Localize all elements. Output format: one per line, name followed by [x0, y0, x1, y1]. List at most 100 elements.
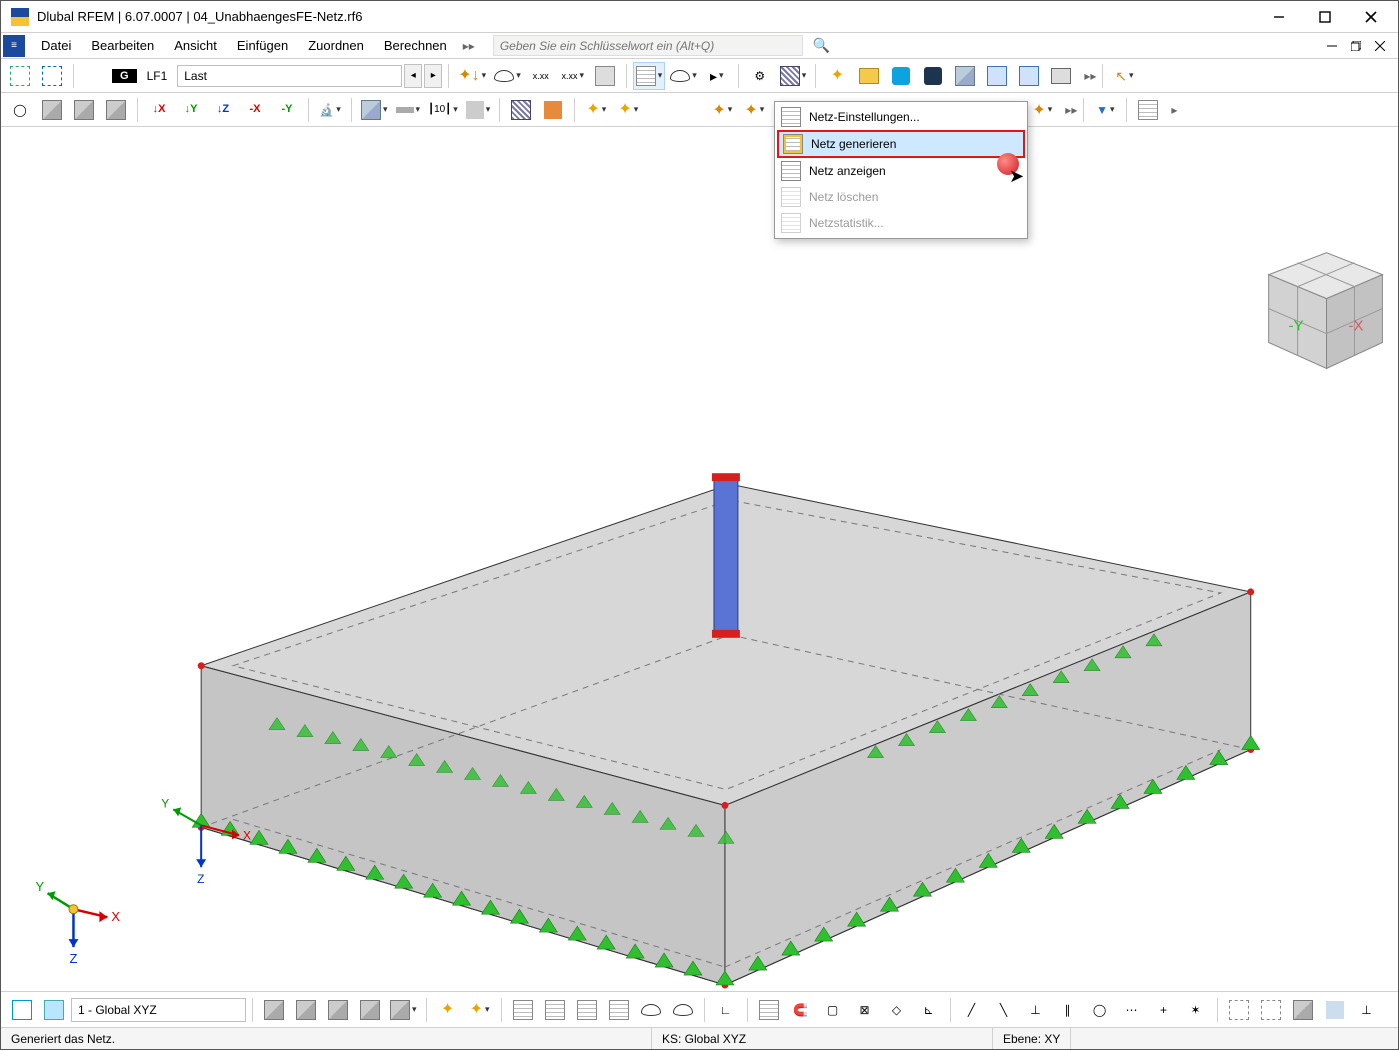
tb1-overflow-icon[interactable]: ▸▸ — [1084, 69, 1096, 83]
menu-mesh-settings[interactable]: Netz-Einstellungen... — [777, 104, 1025, 130]
view-combo[interactable] — [71, 998, 246, 1022]
bb-line1[interactable]: ╱ — [957, 996, 987, 1024]
tb2-axis-y[interactable]: ↓Y — [176, 96, 206, 124]
tb1-block-button[interactable] — [950, 62, 980, 90]
tb2-axis-x[interactable]: ↓X — [144, 96, 174, 124]
bb-guide2[interactable] — [1256, 996, 1286, 1024]
tb2-sel1[interactable]: ✦ — [707, 96, 737, 124]
bb-line7[interactable]: + — [1149, 996, 1179, 1024]
bb-guide4[interactable] — [1320, 996, 1350, 1024]
tb2-sel11[interactable]: ✦ — [1027, 96, 1057, 124]
bb-grid3[interactable] — [572, 996, 602, 1024]
close-button[interactable] — [1348, 2, 1394, 32]
tb2-table[interactable] — [1133, 96, 1163, 124]
tb2-zoom-dd[interactable]: 🔬 — [315, 96, 345, 124]
tb1-btn-2[interactable] — [37, 62, 67, 90]
tb1-save-button[interactable] — [982, 62, 1012, 90]
tb1-cloud2-button[interactable] — [918, 62, 948, 90]
tb1-manager-button[interactable] — [777, 62, 810, 90]
tb2-select-lasso[interactable]: ◯ — [5, 96, 35, 124]
menu-mesh-generate[interactable]: Netz generieren — [777, 130, 1025, 158]
tb2-overflow2-icon[interactable]: ▸ — [1171, 103, 1177, 117]
tb1-lc-prev[interactable] — [80, 62, 110, 90]
tb2-render-dd[interactable] — [358, 96, 391, 124]
child-restore-button[interactable] — [1344, 35, 1368, 57]
bb-b4[interactable] — [355, 996, 385, 1024]
bb-guide1[interactable] — [1224, 996, 1254, 1024]
menu-insert[interactable]: Einfügen — [227, 36, 298, 55]
bb-line6[interactable]: ⋯ — [1117, 996, 1147, 1024]
tb1-open-button[interactable] — [854, 62, 884, 90]
bb-snap1[interactable] — [754, 996, 784, 1024]
tb2-number-dd[interactable]: ┃10┃ — [425, 96, 461, 124]
bb-line8[interactable]: ✶ — [1181, 996, 1211, 1024]
tb2-color-dd[interactable] — [463, 96, 494, 124]
tb2-new-node[interactable]: ✦ — [581, 96, 611, 124]
bb-grid1[interactable] — [508, 996, 538, 1024]
menu-mesh-show[interactable]: Netz anzeigen — [777, 158, 1025, 184]
menu-overflow-icon[interactable]: ▸▸ — [463, 39, 475, 53]
search-icon[interactable]: 🔍 — [813, 37, 830, 54]
tb2-cube2[interactable] — [69, 96, 99, 124]
tb2-surface-dd[interactable] — [393, 96, 424, 124]
bb-line2[interactable]: ╲ — [989, 996, 1019, 1024]
tb1-saveas-button[interactable] — [1014, 62, 1044, 90]
child-minimize-button[interactable] — [1320, 35, 1344, 57]
tb1-show-results-button[interactable] — [491, 62, 524, 90]
tb2-sel2[interactable]: ✦ — [739, 96, 769, 124]
tb2-wire2[interactable] — [538, 96, 568, 124]
tb2-overflow-icon[interactable]: ▸▸ — [1065, 103, 1077, 117]
bb-view-grid[interactable] — [39, 996, 69, 1024]
bb-b2[interactable] — [291, 996, 321, 1024]
bb-line3[interactable]: ⊥ — [1021, 996, 1051, 1024]
bb-b5[interactable] — [387, 996, 420, 1024]
bb-grid4[interactable] — [604, 996, 634, 1024]
search-input[interactable] — [493, 35, 803, 56]
tb2-axis-ny[interactable]: -Y — [272, 96, 302, 124]
bb-star2[interactable]: ✦ — [465, 996, 495, 1024]
loadcase-next-button[interactable]: ▸ — [424, 64, 442, 88]
bb-snap4[interactable]: ⊠ — [850, 996, 880, 1024]
tb1-values-dd-button[interactable]: x.xx — [558, 62, 588, 90]
bb-snap2[interactable]: 🧲 — [786, 996, 816, 1024]
menu-file[interactable]: Datei — [31, 36, 81, 55]
bb-eye1[interactable] — [636, 996, 666, 1024]
loadcase-combo[interactable] — [177, 65, 402, 87]
child-close-button[interactable] — [1368, 35, 1392, 57]
minimize-button[interactable] — [1256, 2, 1302, 32]
bb-b1[interactable] — [259, 996, 289, 1024]
navigation-cube[interactable]: -Y -X — [1269, 253, 1383, 369]
tb1-sections-button[interactable] — [590, 62, 620, 90]
tb1-cloud1-button[interactable] — [886, 62, 916, 90]
bb-eye2[interactable] — [668, 996, 698, 1024]
tb2-new-line[interactable]: ✦ — [613, 96, 643, 124]
tb1-results-dd[interactable] — [667, 62, 700, 90]
tb2-cube3[interactable] — [101, 96, 131, 124]
tb2-axis-z[interactable]: ↓Z — [208, 96, 238, 124]
bb-snap3[interactable]: ▢ — [818, 996, 848, 1024]
tb2-filter[interactable]: ▼ — [1090, 96, 1120, 124]
tb1-gear-button[interactable]: ⚙ — [745, 62, 775, 90]
tb1-animation-button[interactable]: ▸ — [702, 62, 732, 90]
menu-assign[interactable]: Zuordnen — [298, 36, 374, 55]
menu-app-icon[interactable]: ≡ — [3, 35, 25, 57]
loadcase-prev-button[interactable]: ◂ — [404, 64, 422, 88]
tb1-values-button[interactable]: x.xx — [526, 62, 556, 90]
bb-snap5[interactable]: ◇ — [882, 996, 912, 1024]
bb-b3[interactable] — [323, 996, 353, 1024]
menu-calc[interactable]: Berechnen — [374, 36, 457, 55]
menu-view[interactable]: Ansicht — [164, 36, 227, 55]
bb-snap6[interactable]: ⊾ — [914, 996, 944, 1024]
tb1-show-loads-button[interactable]: ✦↓ — [455, 62, 489, 90]
bb-line4[interactable]: ∥ — [1053, 996, 1083, 1024]
bb-grid2[interactable] — [540, 996, 570, 1024]
menu-edit[interactable]: Bearbeiten — [81, 36, 164, 55]
tb1-new-button[interactable]: ✦ — [822, 62, 852, 90]
bb-guide5[interactable]: ⊥ — [1352, 996, 1382, 1024]
tb1-btn-1[interactable] — [5, 62, 35, 90]
tb2-cube1[interactable] — [37, 96, 67, 124]
tb1-select-arrow-button[interactable]: ↖ — [1109, 62, 1139, 90]
bb-view-btn[interactable] — [7, 996, 37, 1024]
bb-guide3[interactable] — [1288, 996, 1318, 1024]
tb1-print-button[interactable] — [1046, 62, 1076, 90]
